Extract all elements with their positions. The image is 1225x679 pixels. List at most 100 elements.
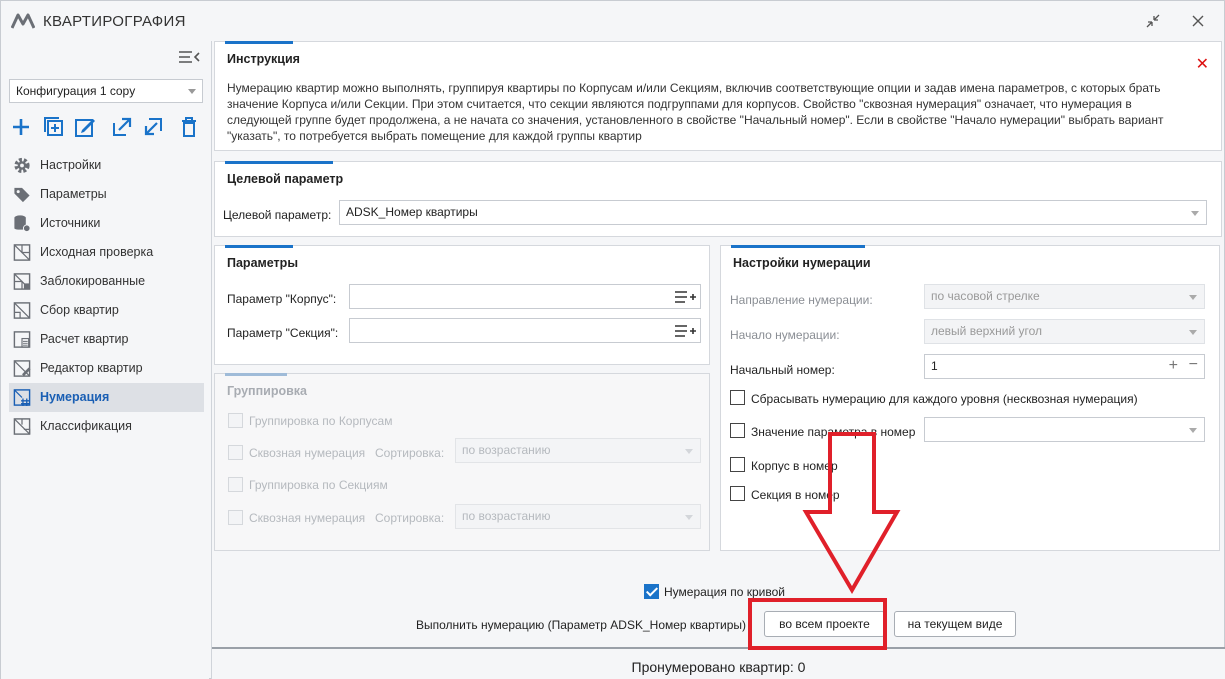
shrink-icon [1146, 14, 1160, 28]
korpus-param-input[interactable] [349, 284, 701, 309]
numbering-settings-panel: Настройки нумерации Направление нумераци… [720, 245, 1220, 551]
nav-item-classification[interactable]: Классификация [9, 412, 204, 441]
sort-1-label: Сортировка: [375, 446, 445, 460]
duplicate-icon[interactable] [42, 115, 66, 139]
first-number-input[interactable]: 1 + − [924, 354, 1205, 379]
nav-item-locked[interactable]: Заблокированные [9, 267, 204, 296]
group-by-korpus-label: Группировка по Корпусам [249, 414, 393, 428]
chevron-down-icon [188, 89, 196, 94]
export-icon[interactable] [110, 115, 134, 139]
sekciya-param-input[interactable] [349, 318, 701, 343]
status-bar: Пронумеровано квартир: 0 [212, 647, 1225, 679]
nav-item-editor[interactable]: Редактор квартир [9, 354, 204, 383]
target-param-panel: Целевой параметр Целевой параметр: ADSK_… [214, 161, 1222, 237]
grouping-title: Группировка [227, 384, 307, 398]
nav-item-initial-check[interactable]: Исходная проверка [9, 238, 204, 267]
close-instruction-button[interactable]: ✕ [1196, 54, 1209, 74]
numbered-count: Пронумеровано квартир: 0 [631, 659, 806, 675]
edit-plan-icon [13, 360, 31, 377]
nav-item-sources[interactable]: Источники [9, 209, 204, 238]
sort-2-value: по возрастанию [462, 509, 551, 523]
target-param-select[interactable]: ADSK_Номер квартиры [339, 200, 1207, 225]
edit-icon[interactable] [73, 115, 97, 139]
title-bar: КВАРТИРОГРАФИЯ [1, 1, 1224, 41]
close-icon: ✕ [1195, 56, 1209, 73]
through-numbering-2-label: Сквозная нумерация [249, 511, 366, 525]
through-numbering-2-checkbox[interactable] [228, 510, 243, 525]
increment-button[interactable]: + [1169, 357, 1178, 375]
sort-1-value: по возрастанию [462, 443, 551, 457]
value-param-checkbox[interactable] [730, 423, 745, 438]
target-param-label: Целевой параметр: [223, 208, 332, 222]
chevron-down-icon [1189, 428, 1197, 433]
direction-label: Направление нумерации: [730, 293, 873, 307]
panel-accent [225, 373, 287, 376]
add-list-icon[interactable] [674, 289, 696, 305]
chevron-down-icon [1191, 211, 1199, 216]
sekciya-param-label: Параметр "Секция": [227, 326, 339, 340]
instruction-text: Нумерацию квартир можно выполнять, групп… [227, 81, 1164, 143]
section-in-number-label: Секция в номер [751, 488, 840, 502]
direction-value: по часовой стрелке [931, 289, 1040, 303]
add-icon[interactable] [9, 115, 33, 139]
group-by-section-checkbox[interactable] [228, 477, 243, 492]
group-by-section-label: Группировка по Секциям [249, 478, 388, 492]
number-whole-project-button[interactable]: во всем проекте [764, 611, 885, 637]
classification-icon [13, 418, 31, 435]
korpus-param-label: Параметр "Корпус": [227, 292, 337, 306]
sort-2-select[interactable]: по возрастанию [455, 504, 701, 529]
grouping-panel: Группировка Группировка по Корпусам Скво… [214, 373, 710, 551]
through-numbering-1-checkbox[interactable] [228, 445, 243, 460]
panel-accent [225, 245, 293, 248]
add-list-icon[interactable] [674, 323, 696, 339]
locked-plan-icon [13, 273, 31, 290]
number-current-view-button[interactable]: на текущем виде [894, 611, 1016, 637]
sidebar-nav: Настройки Параметры Источники Исходная п… [9, 151, 204, 441]
main-content: Инструкция ✕ Нумерацию квартир можно вып… [211, 41, 1225, 679]
section-in-number-checkbox[interactable] [730, 486, 745, 501]
collapse-sidebar-icon[interactable] [177, 47, 201, 67]
korpus-in-number-label: Корпус в номер [751, 459, 838, 473]
nav-item-numbering[interactable]: Нумерация [9, 383, 204, 412]
nav-label: Редактор квартир [40, 361, 143, 375]
chevron-down-icon [1189, 295, 1197, 300]
database-icon [14, 215, 31, 233]
nav-item-calc[interactable]: Расчет квартир [9, 325, 204, 354]
nav-item-collect[interactable]: Сбор квартир [9, 296, 204, 325]
nav-item-params[interactable]: Параметры [9, 180, 204, 209]
close-window-button[interactable] [1185, 9, 1211, 33]
parameters-title: Параметры [227, 256, 298, 270]
through-numbering-1-label: Сквозная нумерация [249, 446, 366, 460]
start-label: Начало нумерации: [730, 328, 840, 342]
nav-label: Сбор квартир [40, 303, 119, 317]
nav-label: Источники [40, 216, 101, 230]
direction-select[interactable]: по часовой стрелке [924, 284, 1205, 309]
app-title: КВАРТИРОГРАФИЯ [43, 13, 186, 30]
instruction-panel: Инструкция ✕ Нумерацию квартир можно вып… [214, 41, 1222, 151]
group-by-korpus-checkbox[interactable] [228, 413, 243, 428]
numbering-icon [13, 389, 31, 407]
panel-accent [225, 41, 293, 44]
start-select[interactable]: левый верхний угол [924, 319, 1205, 344]
gear-icon [14, 157, 30, 174]
korpus-in-number-checkbox[interactable] [730, 457, 745, 472]
reset-numbering-checkbox[interactable] [730, 390, 745, 405]
instruction-title: Инструкция [227, 52, 300, 66]
parameters-panel: Параметры Параметр "Корпус": Параметр "С… [214, 245, 710, 365]
sort-1-select[interactable]: по возрастанию [455, 438, 701, 463]
nav-label: Заблокированные [40, 274, 146, 288]
value-param-label: Значение параметра в номер [751, 425, 916, 439]
nav-item-settings[interactable]: Настройки [9, 151, 204, 180]
config-select[interactable]: Конфигурация 1 copy [9, 79, 203, 103]
first-number-label: Начальный номер: [730, 363, 835, 377]
decrement-button[interactable]: − [1189, 356, 1198, 374]
restore-button[interactable] [1140, 9, 1166, 33]
value-param-select[interactable] [924, 417, 1205, 442]
import-icon[interactable] [141, 115, 165, 139]
panel-accent [731, 245, 865, 248]
target-param-value: ADSK_Номер квартиры [346, 205, 478, 219]
app-logo-icon [11, 13, 35, 29]
curve-numbering-checkbox[interactable] [644, 584, 659, 599]
nav-label: Нумерация [40, 390, 110, 404]
delete-icon[interactable] [177, 115, 201, 139]
